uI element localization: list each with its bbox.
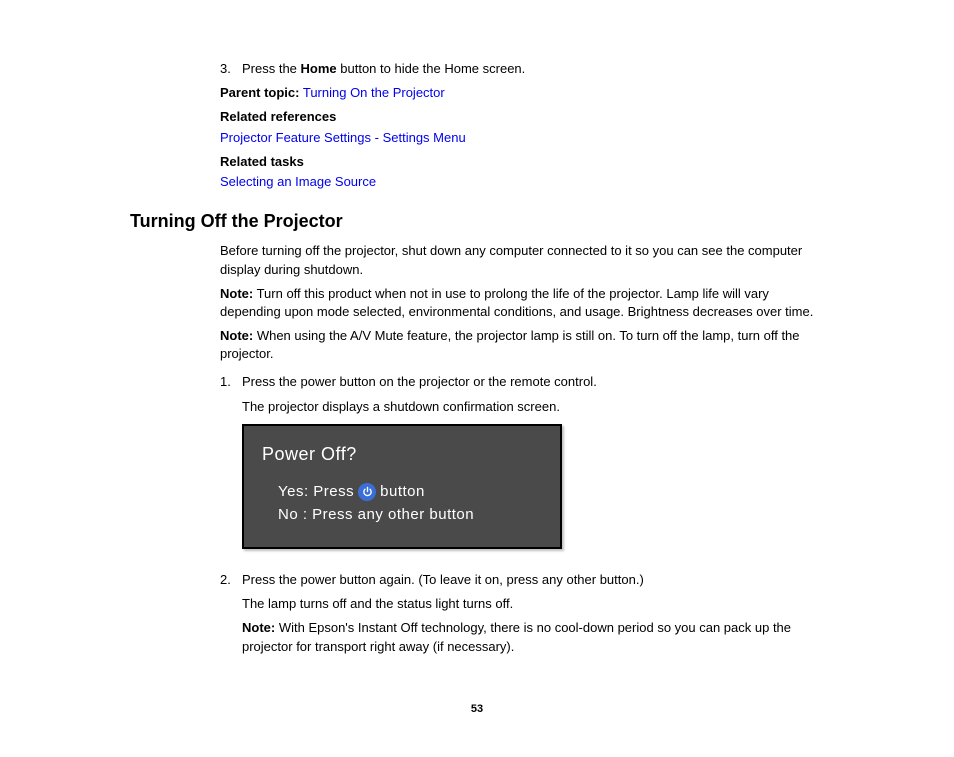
- parent-topic: Parent topic: Turning On the Projector: [220, 84, 824, 102]
- dialog-yes-post: button: [380, 481, 425, 502]
- step-3-bold: Home: [301, 61, 337, 76]
- step-3-number: 3.: [220, 60, 242, 78]
- section-heading: Turning Off the Projector: [130, 209, 824, 234]
- intro-paragraph: Before turning off the projector, shut d…: [220, 242, 824, 278]
- note-1-text: Turn off this product when not in use to…: [220, 286, 813, 319]
- related-tasks-label: Related tasks: [220, 154, 304, 169]
- related-tasks-link[interactable]: Selecting an Image Source: [220, 174, 376, 189]
- step-2: 2. Press the power button again. (To lea…: [220, 571, 824, 662]
- step-1-number: 1.: [220, 373, 242, 567]
- page-number: 53: [130, 702, 824, 717]
- step-1: 1. Press the power button on the project…: [220, 373, 824, 567]
- parent-topic-label: Parent topic:: [220, 85, 299, 100]
- dialog-title: Power Off?: [262, 442, 542, 467]
- power-icon: [358, 483, 376, 501]
- note-3-text: With Epson's Instant Off technology, the…: [242, 620, 791, 653]
- step-2-number: 2.: [220, 571, 242, 662]
- related-references-label: Related references: [220, 109, 336, 124]
- step-1-sub: The projector displays a shutdown confir…: [242, 398, 824, 416]
- step-3-text-post: button to hide the Home screen.: [337, 61, 526, 76]
- note-1-label: Note:: [220, 286, 253, 301]
- dialog-yes-pre: Yes: Press: [278, 481, 354, 502]
- shutdown-dialog: Power Off? Yes: Press button No : Press …: [242, 424, 562, 549]
- step-1-text: Press the power button on the projector …: [242, 373, 824, 391]
- dialog-no-line: No : Press any other button: [278, 504, 542, 525]
- step-3-text-pre: Press the: [242, 61, 301, 76]
- parent-topic-link[interactable]: Turning On the Projector: [303, 85, 445, 100]
- note-2-text: When using the A/V Mute feature, the pro…: [220, 328, 800, 361]
- note-2: Note: When using the A/V Mute feature, t…: [220, 327, 824, 363]
- step-2-text: Press the power button again. (To leave …: [242, 571, 824, 589]
- related-references-link[interactable]: Projector Feature Settings - Settings Me…: [220, 130, 466, 145]
- note-1: Note: Turn off this product when not in …: [220, 285, 824, 321]
- note-3-label: Note:: [242, 620, 275, 635]
- dialog-yes-line: Yes: Press button: [278, 481, 542, 502]
- note-3: Note: With Epson's Instant Off technolog…: [242, 619, 824, 655]
- step-3-body: Press the Home button to hide the Home s…: [242, 60, 824, 78]
- step-2-sub: The lamp turns off and the status light …: [242, 595, 824, 613]
- step-3: 3. Press the Home button to hide the Hom…: [220, 60, 824, 78]
- note-2-label: Note:: [220, 328, 253, 343]
